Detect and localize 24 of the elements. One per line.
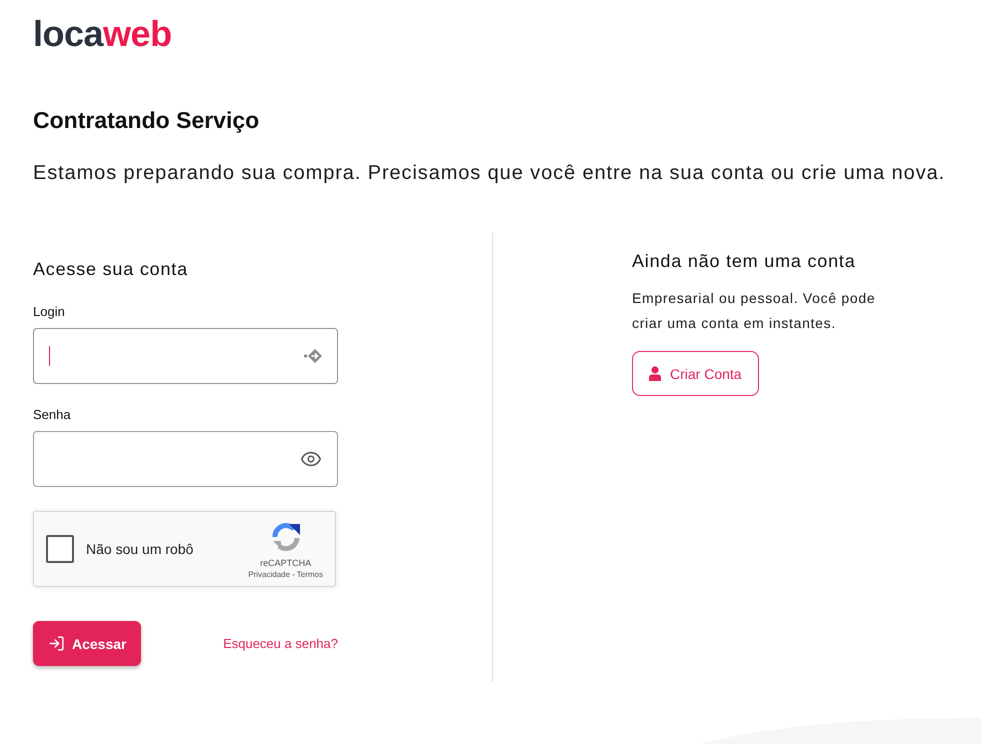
captcha-checkbox[interactable]	[46, 535, 74, 563]
logo: locaweb	[33, 14, 172, 54]
input-field[interactable]	[33, 431, 338, 487]
section-title: Acesse sua conta	[33, 258, 188, 281]
section-title: Ainda não tem uma conta	[632, 250, 856, 273]
captcha-brand: reCAPTCHA	[260, 556, 312, 568]
login-button[interactable]: Acessar	[33, 621, 140, 666]
enter-arrow-icon	[48, 635, 65, 652]
field-label: Login	[33, 304, 65, 320]
link-separator: -	[292, 568, 295, 580]
page-subtitle: Estamos preparando sua compra. Precisamos que você entre na sua conta ou crie uma nova.	[33, 161, 946, 186]
field-label: Senha	[33, 407, 71, 423]
page-title: Contratando Serviço	[33, 106, 260, 134]
captcha-link[interactable]: Privacidade	[248, 568, 290, 580]
create-account-button[interactable]: Criar Conta	[632, 351, 759, 396]
text-cursor	[49, 346, 50, 366]
diamond-arrow-icon[interactable]	[304, 349, 322, 363]
circular-arrows-icon	[270, 520, 302, 552]
captcha-label: Não sou um robô	[86, 541, 194, 557]
forgot-password-link[interactable]: Esqueceu a senha?	[223, 636, 338, 651]
captcha-link[interactable]: Termos	[296, 568, 323, 580]
signup-description: Empresarial ou pessoal. Você pode criar uma conta em instantes.	[632, 289, 876, 333]
user-icon	[649, 366, 661, 381]
input-field[interactable]	[33, 328, 338, 384]
